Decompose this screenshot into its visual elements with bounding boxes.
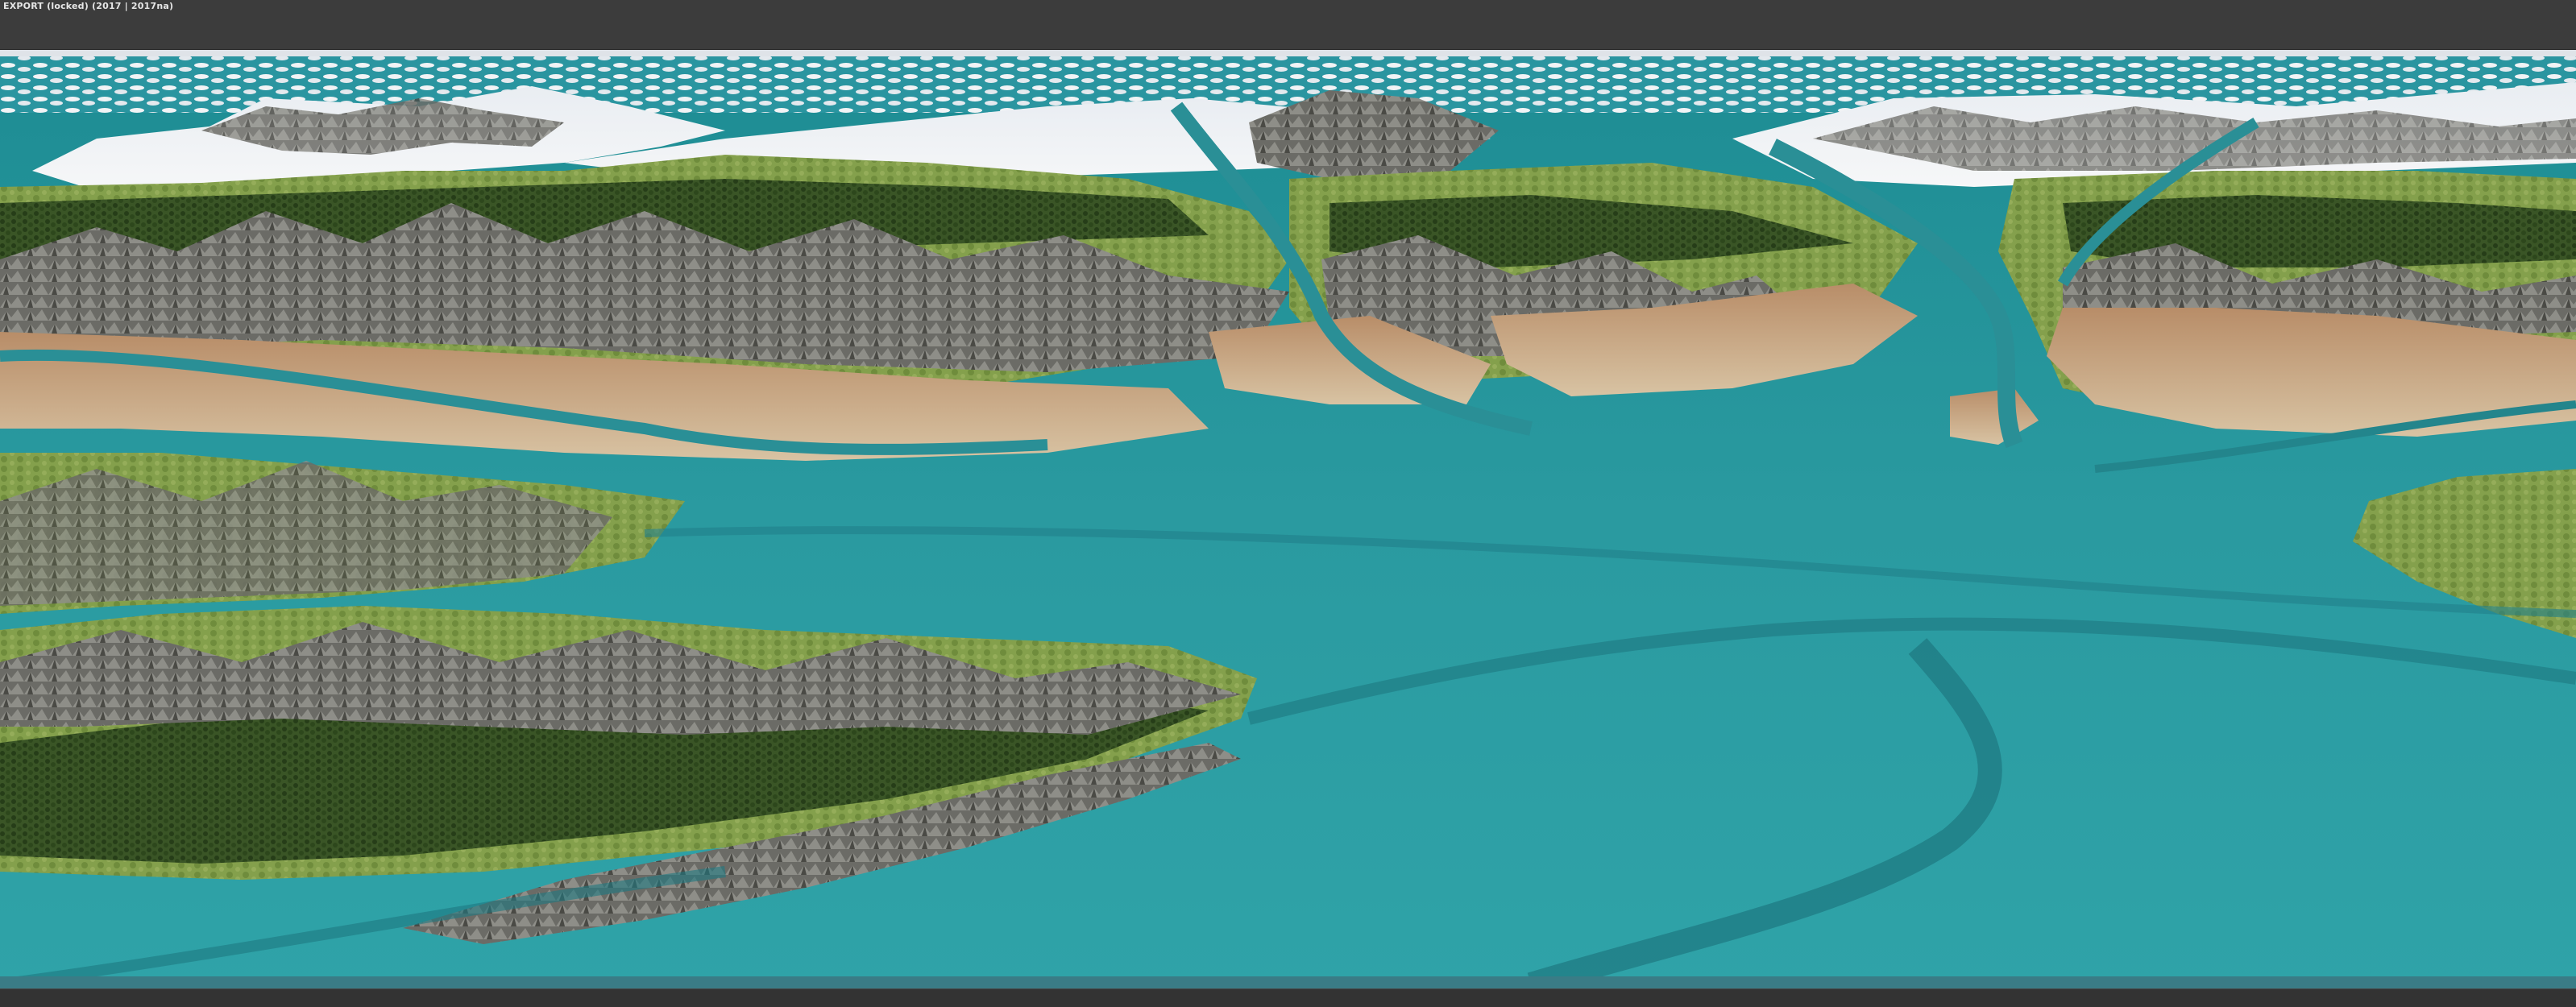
3d-viewport[interactable]: [0, 50, 2576, 988]
status-bar: [0, 988, 2576, 1007]
terrain-render[interactable]: [0, 50, 2576, 988]
title-bar: EXPORT (locked) (2017 | 2017na): [0, 0, 2576, 50]
app-window: EXPORT (locked) (2017 | 2017na): [0, 0, 2576, 1007]
viewport-bottom-edge: [0, 976, 2576, 988]
window-title: EXPORT (locked) (2017 | 2017na): [3, 1, 174, 11]
